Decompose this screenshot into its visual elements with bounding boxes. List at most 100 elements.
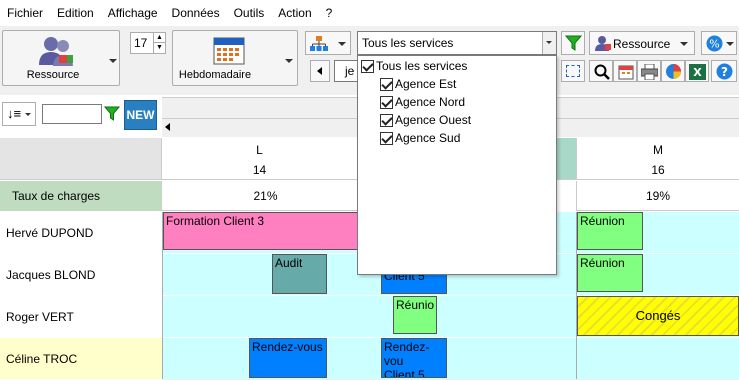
- combo-dropdown-button[interactable]: [542, 32, 556, 54]
- chevron-down-icon: [25, 113, 31, 116]
- menu-affichage[interactable]: Affichage: [101, 0, 165, 26]
- resource-button-label: Ressource: [26, 69, 80, 81]
- row-label-vert[interactable]: Roger VERT: [0, 296, 162, 338]
- resource-combo-label: Ressource: [613, 37, 671, 51]
- event-conges[interactable]: Congés: [577, 296, 739, 336]
- menu-outils[interactable]: Outils: [227, 0, 272, 26]
- users-icon: [39, 37, 73, 66]
- printer-icon: [641, 64, 658, 80]
- menu-fichier[interactable]: Fichier: [0, 0, 50, 26]
- selection-rect-icon: [566, 65, 580, 77]
- excel-button[interactable]: X: [685, 60, 709, 82]
- event-rendezvous[interactable]: Rendez-vous: [249, 338, 327, 378]
- sort-button[interactable]: ↓≡: [2, 102, 36, 126]
- event-reunion[interactable]: Réunion: [577, 212, 643, 250]
- week-count-spinner[interactable]: 17 ▲ ▼: [130, 32, 166, 54]
- checkbox[interactable]: [380, 113, 393, 127]
- row-label-dupond[interactable]: Hervé DUPOND: [0, 212, 162, 254]
- day-header-selected[interactable]: [557, 138, 576, 180]
- funnel-icon[interactable]: [104, 106, 120, 122]
- checkbox[interactable]: [380, 131, 393, 145]
- menu-edition[interactable]: Edition: [50, 0, 101, 26]
- day-letter: M: [653, 143, 663, 157]
- chevron-down-icon[interactable]: [285, 59, 293, 63]
- pie-chart-icon: [666, 64, 681, 79]
- search-button[interactable]: [589, 60, 613, 82]
- spin-up-icon[interactable]: ▲: [153, 33, 165, 43]
- day-letter: L: [256, 143, 263, 157]
- dropdown-item-sud[interactable]: Agence Sud: [380, 129, 460, 147]
- dropdown-item-all[interactable]: Tous les services: [361, 57, 467, 75]
- services-combo[interactable]: Tous les services: [357, 31, 557, 55]
- previous-button[interactable]: [310, 60, 330, 82]
- chevron-down-icon: [546, 41, 552, 44]
- checkbox[interactable]: [380, 95, 393, 109]
- sort-icon: ↓≡: [7, 106, 22, 121]
- dropdown-item-label: Agence Est: [395, 77, 457, 91]
- org-chart-icon: [310, 36, 328, 51]
- chevron-down-icon[interactable]: [109, 59, 117, 63]
- dropdown-item-label: Agence Ouest: [395, 113, 472, 127]
- funnel-icon: [565, 35, 582, 51]
- row-label-troc[interactable]: Céline TROC: [0, 338, 162, 380]
- menu-donnees[interactable]: Données: [165, 0, 227, 26]
- help-icon: ?: [716, 63, 733, 80]
- chevron-down-icon: [338, 42, 346, 46]
- services-combo-value: Tous les services: [362, 36, 454, 50]
- date-field[interactable]: je: [334, 60, 358, 82]
- hierarchy-button[interactable]: [305, 31, 351, 55]
- select-button[interactable]: [561, 60, 585, 82]
- user-icon: [595, 36, 611, 51]
- search-input[interactable]: [42, 104, 102, 124]
- dropdown-item-est[interactable]: Agence Est: [380, 75, 456, 93]
- event-audit[interactable]: Audit: [272, 254, 327, 294]
- calendar-edit-button[interactable]: [613, 60, 637, 82]
- triangle-left-icon: [317, 67, 322, 75]
- print-button[interactable]: [637, 60, 661, 82]
- day-header-monday[interactable]: L 14: [162, 138, 358, 180]
- menu-help[interactable]: ?: [319, 0, 340, 26]
- percent-button[interactable]: %: [701, 31, 737, 55]
- row-label-blond[interactable]: Jacques BLOND: [0, 254, 162, 296]
- svg-text:%: %: [709, 38, 719, 51]
- dropdown-item-label: Agence Sud: [395, 131, 461, 145]
- menu-action[interactable]: Action: [271, 0, 318, 26]
- chart-button[interactable]: [661, 60, 685, 82]
- calendar-edit-icon: [618, 65, 634, 80]
- chevron-down-icon: [726, 42, 734, 46]
- day-number: 14: [252, 163, 267, 177]
- dropdown-item-nord[interactable]: Agence Nord: [380, 93, 465, 111]
- dropdown-item-ouest[interactable]: Agence Ouest: [380, 111, 471, 129]
- day-number: 16: [651, 163, 665, 177]
- dropdown-item-label: Agence Nord: [395, 95, 466, 109]
- filter-button[interactable]: [561, 31, 585, 55]
- event-formation[interactable]: Formation Client 3: [163, 212, 363, 250]
- event-reunion[interactable]: Réunio: [393, 296, 437, 334]
- corner-cell: [0, 138, 162, 180]
- event-rendezvous-client[interactable]: Rendez-vou Client 5: [381, 338, 447, 378]
- charge-label: Taux de charges: [0, 181, 162, 211]
- scroll-left-icon[interactable]: [165, 123, 170, 131]
- percent-icon: %: [706, 35, 723, 52]
- resource-combo[interactable]: Ressource: [589, 31, 695, 55]
- event-line: Client 5: [384, 368, 425, 378]
- excel-icon: X: [689, 64, 706, 80]
- svg-text:?: ?: [721, 65, 728, 79]
- view-mode-button[interactable]: Hebdomadaire: [172, 30, 298, 86]
- dropdown-item-label: Tous les services: [376, 59, 468, 73]
- help-button[interactable]: ?: [711, 60, 737, 82]
- services-dropdown-list: Tous les services Agence Est Agence Nord…: [357, 55, 557, 275]
- view-mode-label: Hebdomadaire: [178, 69, 252, 81]
- spin-down-icon[interactable]: ▼: [153, 43, 165, 53]
- resource-button[interactable]: Ressource: [2, 30, 120, 86]
- menu-bar: Fichier Edition Affichage Données Outils…: [0, 0, 739, 26]
- event-reunion[interactable]: Réunion: [577, 254, 643, 292]
- checkbox[interactable]: [361, 59, 374, 73]
- checkbox[interactable]: [380, 77, 393, 91]
- event-line: Rendez-vou: [384, 340, 430, 368]
- day-header-wednesday[interactable]: M 16: [576, 138, 739, 180]
- new-button[interactable]: NEW: [124, 100, 157, 130]
- charge-value-monday: 21%: [162, 181, 369, 211]
- spinner-value: 17: [134, 36, 148, 50]
- calendar-icon: [213, 37, 245, 65]
